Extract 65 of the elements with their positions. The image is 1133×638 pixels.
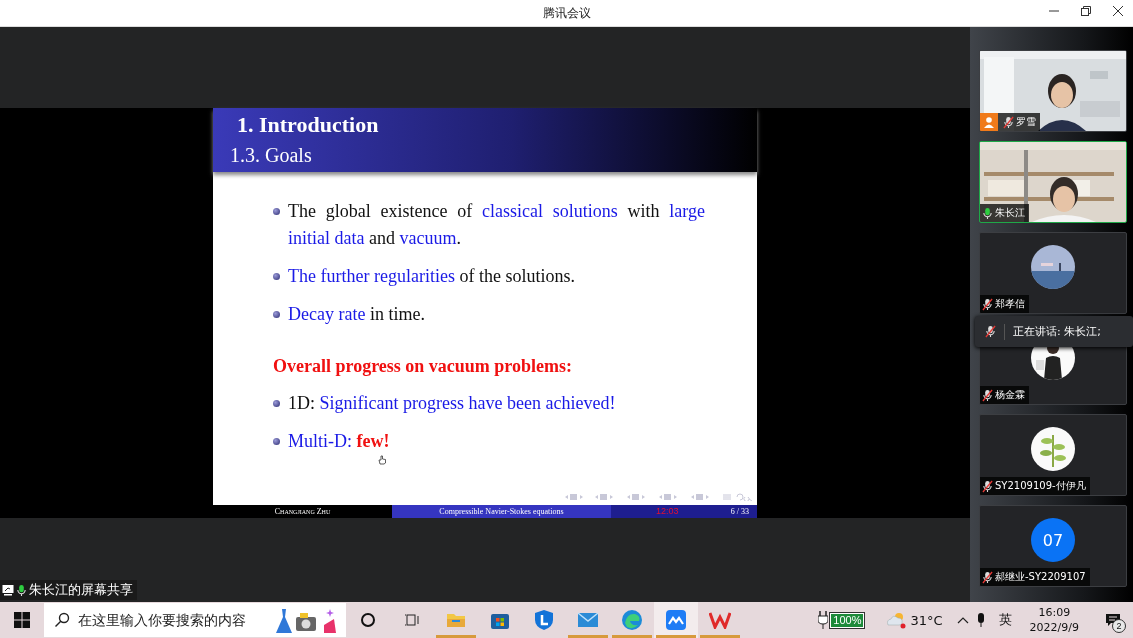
muted-mic-icon [1003, 115, 1014, 129]
close-icon [1113, 6, 1123, 16]
weather-cloud-icon [886, 611, 907, 629]
bullet-text: Decay rate in time. [288, 303, 426, 326]
page-number: 6 / 33 [730, 506, 749, 518]
muted-mic-icon [982, 297, 993, 311]
taskbar-app-button[interactable] [654, 602, 698, 638]
participant-name: 郝继业-SY2209107 [995, 570, 1086, 584]
search-icon [54, 612, 70, 628]
bullet-text: The global existence of classical solutions with large initial data and vacuum. [288, 200, 705, 250]
bullet-icon [273, 311, 280, 318]
participant-name: 杨金霖 [995, 388, 1025, 402]
avatar: 07 [1031, 518, 1075, 562]
muted-mic-icon [982, 479, 993, 493]
footer-talk-title: Compressible Navier-Stokes equations [392, 505, 611, 518]
bullet-icon [273, 400, 280, 407]
close-button[interactable] [1111, 4, 1125, 18]
video-tile[interactable]: 罗雪 [979, 50, 1127, 132]
muted-mic-icon [982, 570, 993, 584]
muted-mic-icon [982, 388, 993, 402]
temperature[interactable]: 31°C [910, 612, 943, 628]
circle-icon [360, 612, 376, 628]
chevron-up-icon [956, 616, 969, 624]
video-tile[interactable]: 朱长江 [979, 141, 1127, 223]
power-plug-icon [818, 611, 829, 629]
video-tile[interactable]: 07 郝继业-SY2209107 [979, 505, 1127, 587]
shield-icon [534, 609, 554, 631]
notifications-button[interactable]: 2 [1093, 602, 1133, 638]
restore-icon [1081, 6, 1091, 16]
participant-name: 罗雪 [1016, 115, 1036, 129]
slide-title: 1. Introduction [236, 112, 380, 138]
bullet-text: 1D: Significant progress have been achieved! [288, 392, 617, 415]
microphone-icon [976, 613, 985, 627]
bullet-icon [273, 438, 280, 445]
bullet-icon [273, 208, 280, 215]
slide-clock: 12:03 [656, 505, 679, 518]
mail-icon [577, 612, 599, 628]
speaking-text: 正在讲话: 朱长江; [1013, 324, 1101, 339]
clock[interactable]: 16:09 2022/9/9 [1029, 605, 1079, 635]
meeting-app-icon [666, 610, 686, 630]
bullet-text: The further regularities of the solutions. [288, 265, 576, 288]
screen-share-text: 朱长江的屏幕共享 [29, 581, 133, 599]
task-view-icon [404, 612, 420, 628]
windows-icon [14, 612, 30, 628]
video-tile[interactable]: 郑孝信 [979, 232, 1127, 314]
participant-name: 郑孝信 [995, 297, 1025, 311]
window-title: 腾讯会议 [542, 4, 591, 22]
muted-mic-icon [985, 325, 996, 338]
mic-icon [16, 583, 27, 597]
slide-subtitle: 1.3. Goals [230, 143, 313, 167]
slide-heading: Overall progress on vacuum problems: [273, 355, 573, 378]
participant-name: SY2109109-付伊凡 [995, 479, 1086, 493]
mic-icon [982, 206, 993, 220]
video-tile[interactable]: SY2109109-付伊凡 [979, 414, 1127, 496]
hand-cursor-icon [378, 455, 387, 465]
search-field[interactable]: 在这里输入你要搜索的内容 [44, 603, 346, 637]
restore-button[interactable] [1079, 4, 1093, 18]
wps-icon [709, 611, 731, 629]
battery-level[interactable]: 100% [830, 612, 865, 628]
edge-icon [621, 609, 643, 631]
bullet-text: Multi-D: few! [288, 430, 391, 453]
folder-icon [446, 611, 466, 629]
bullet-icon [273, 273, 280, 280]
participant-name: 朱长江 [995, 206, 1025, 220]
input-method-indicator[interactable]: 英 [998, 611, 1012, 629]
